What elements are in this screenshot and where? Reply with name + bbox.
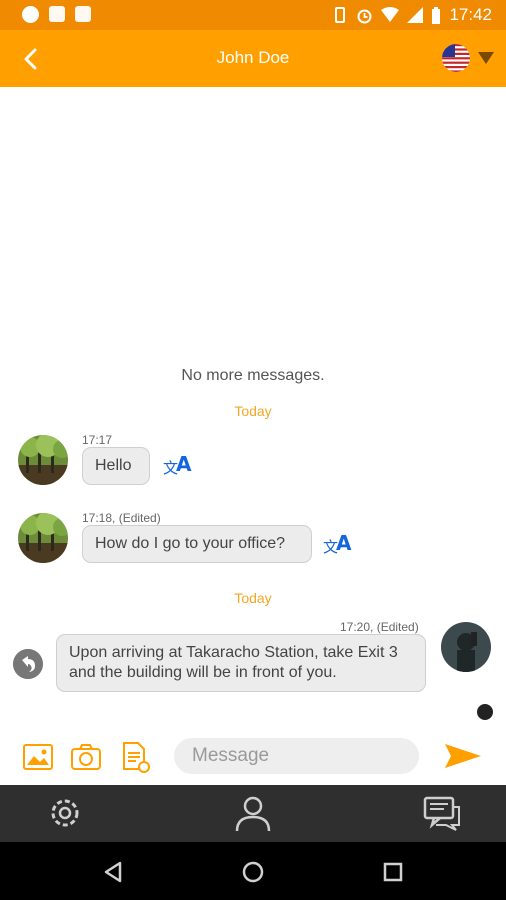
back-nav-icon[interactable]	[100, 859, 126, 885]
send-icon[interactable]	[443, 742, 483, 770]
image-icon	[49, 6, 65, 22]
read-indicator-icon	[477, 704, 493, 720]
message-input[interactable]	[174, 738, 419, 774]
us-flag-icon[interactable]	[442, 44, 470, 72]
signal-icon	[407, 7, 424, 23]
message-time: 17:18, (Edited)	[82, 511, 161, 525]
chat-area[interactable]: No more messages. Today 17:17 Hello 文 A	[0, 87, 506, 727]
message-bubble[interactable]: Hello	[82, 447, 150, 485]
battery-icon	[432, 6, 441, 24]
app-bar: John Doe	[0, 30, 506, 87]
bottom-tab-bar	[0, 785, 506, 842]
message-time: 17:17	[82, 433, 113, 447]
settings-gear-icon[interactable]	[45, 793, 85, 833]
file-icon[interactable]	[120, 741, 152, 773]
gallery-icon[interactable]	[22, 741, 54, 773]
translate-icon[interactable]: 文 A	[322, 528, 354, 560]
app-notification-icon	[22, 6, 39, 23]
day-separator: Today	[234, 403, 272, 419]
contact-avatar[interactable]	[18, 513, 68, 563]
conversation-title: John Doe	[216, 48, 290, 67]
reply-icon[interactable]	[13, 649, 43, 679]
status-time: 17:42	[449, 5, 492, 24]
day-separator: Today	[234, 590, 272, 606]
translate-icon[interactable]: 文 A	[162, 449, 194, 481]
chats-icon[interactable]	[422, 793, 462, 833]
home-nav-icon[interactable]	[240, 859, 266, 885]
status-bar: 17:42	[0, 0, 506, 30]
alarm-icon	[357, 9, 372, 23]
camera-icon[interactable]	[70, 741, 102, 773]
user-avatar[interactable]	[441, 622, 491, 672]
svg-text:A: A	[176, 452, 192, 476]
vibrate-icon	[335, 7, 346, 23]
message-time: 17:20, (Edited)	[340, 620, 419, 634]
download-icon	[75, 6, 91, 22]
message-bubble[interactable]: How do I go to your office?	[82, 525, 312, 563]
wifi-icon	[381, 7, 400, 22]
profile-icon[interactable]	[233, 793, 273, 833]
message-bubble[interactable]: Upon arriving at Takaracho Station, take…	[56, 634, 426, 692]
no-more-messages-label: No more messages.	[181, 367, 325, 384]
recents-nav-icon[interactable]	[380, 859, 406, 885]
svg-text:A: A	[336, 531, 352, 555]
system-navigation-bar	[0, 842, 506, 900]
contact-avatar[interactable]	[18, 435, 68, 485]
language-dropdown-arrow-icon[interactable]	[478, 52, 494, 64]
